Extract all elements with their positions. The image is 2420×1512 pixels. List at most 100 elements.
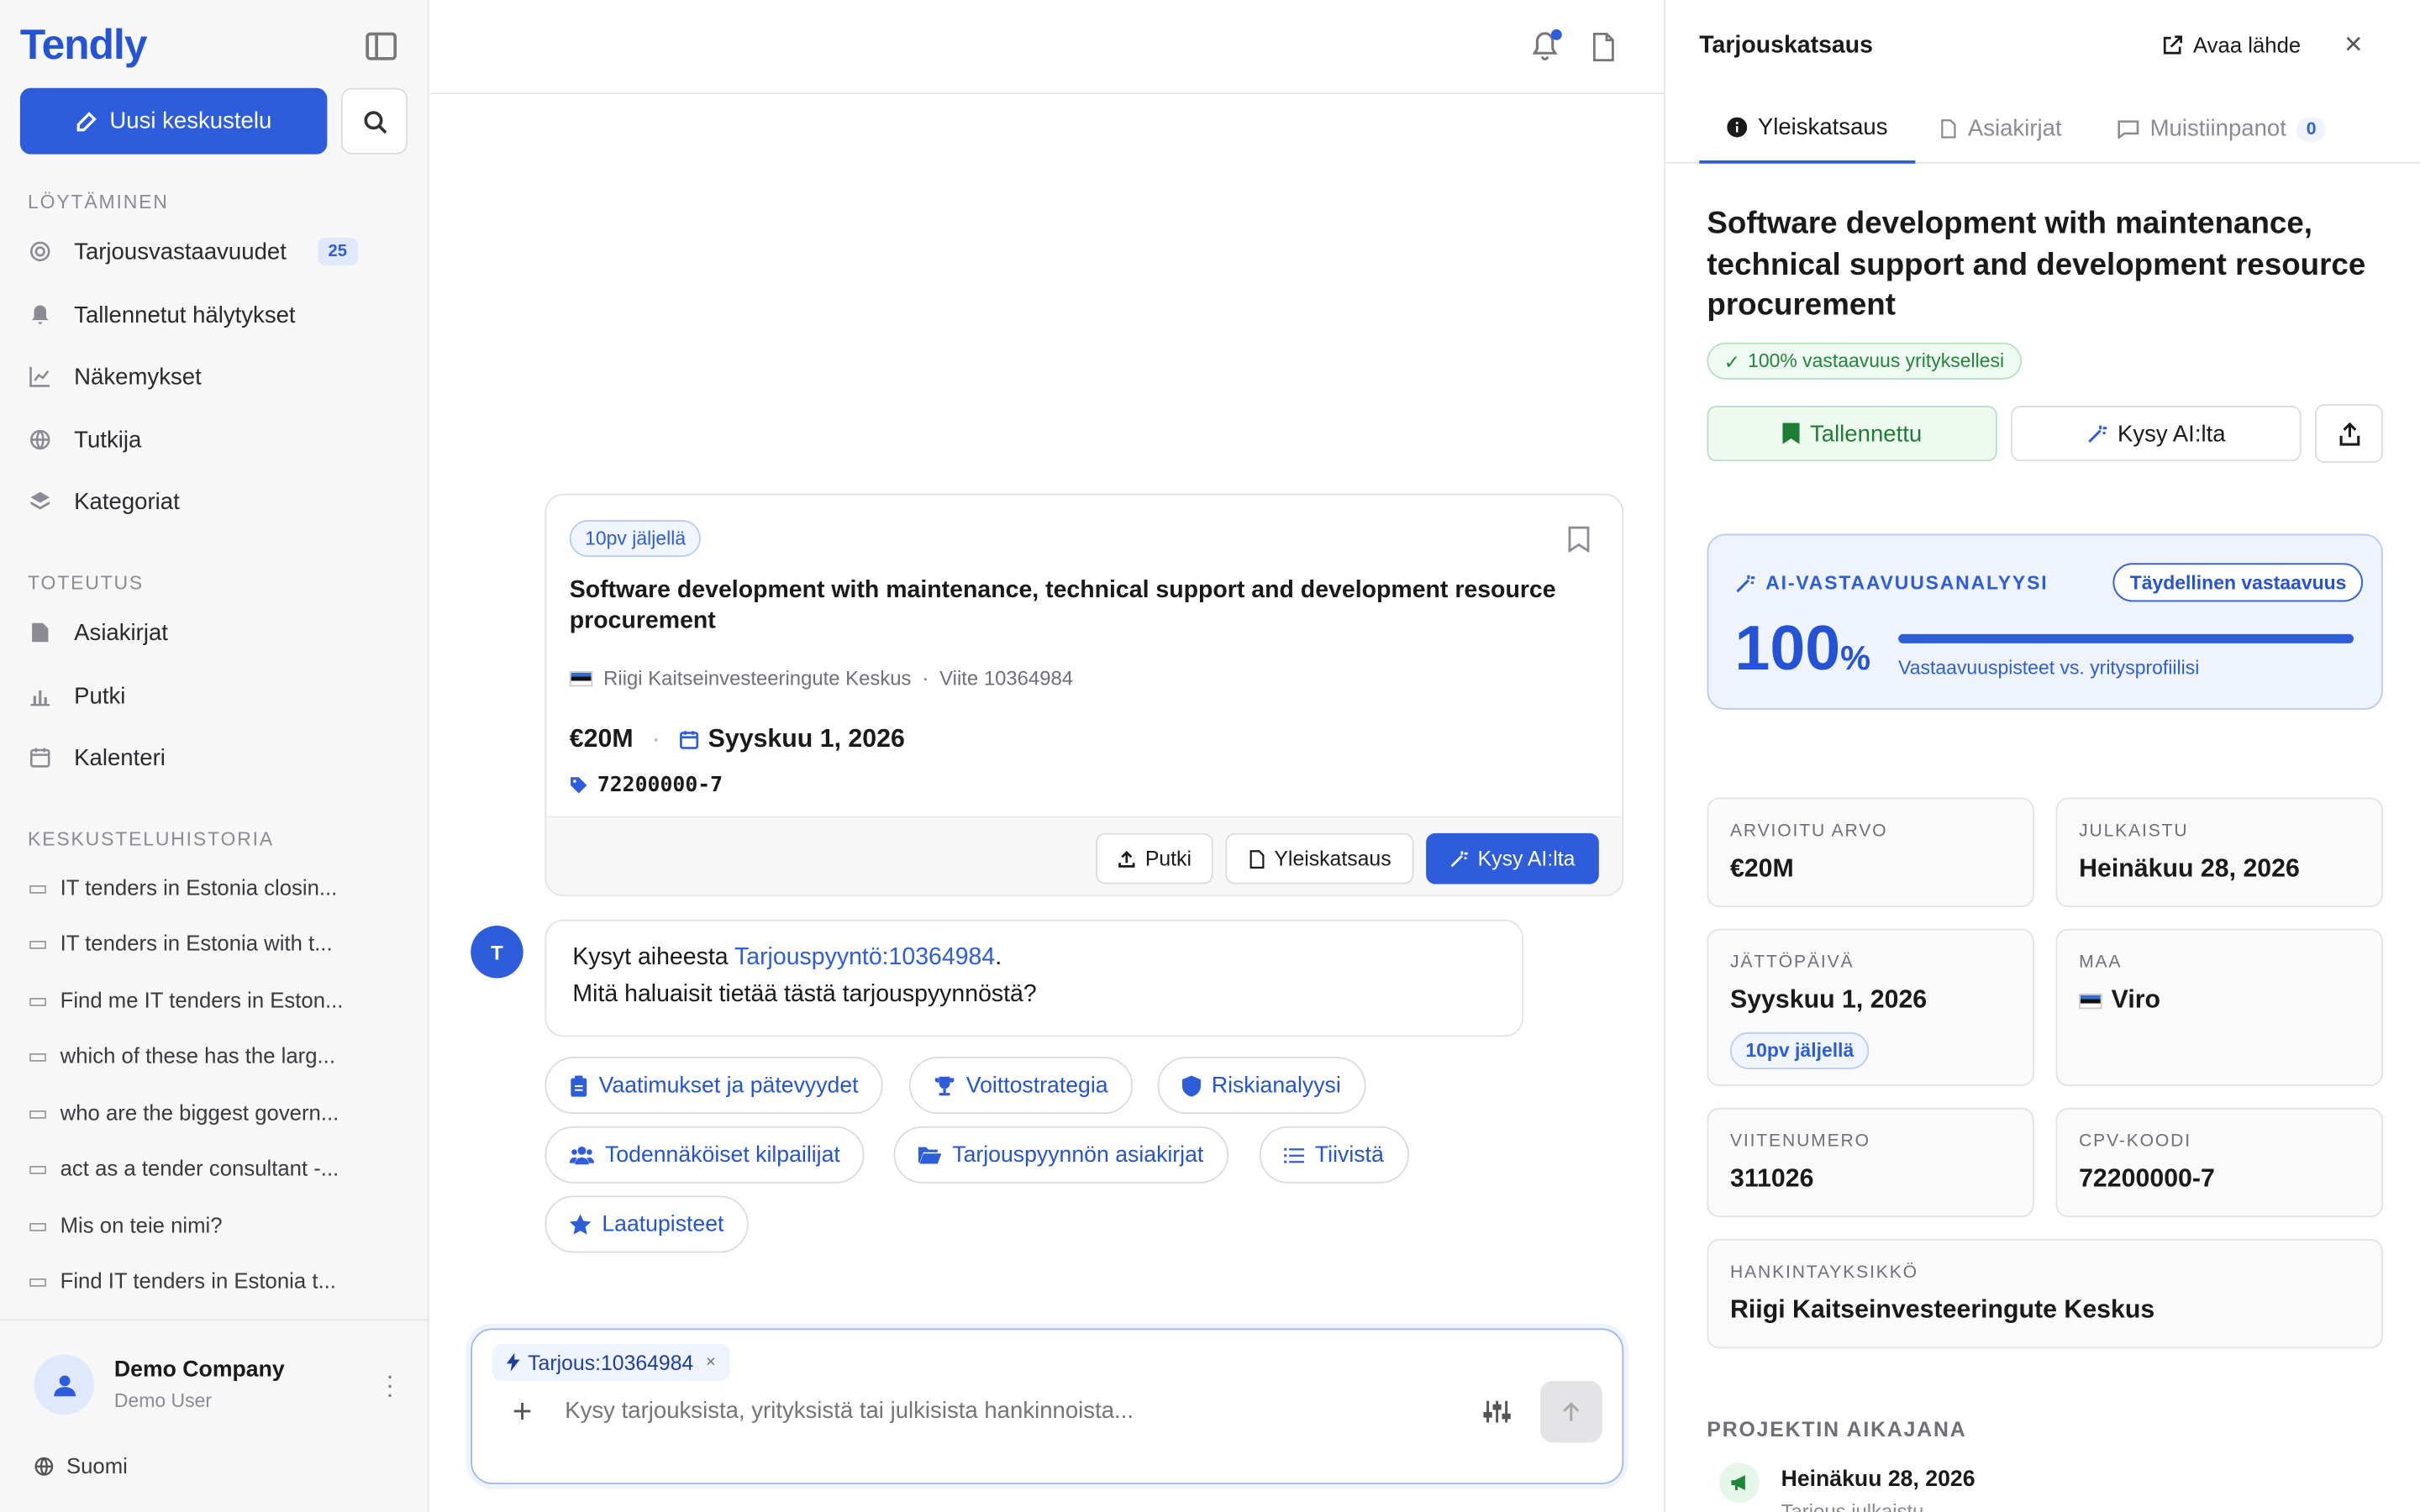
history-item[interactable]: ▭ IT tenders in Estonia closin... <box>28 867 337 907</box>
chip-competitors[interactable]: Todennäköiset kilpailijat <box>544 1126 865 1184</box>
chat-bubble-icon: ▭ <box>28 929 49 955</box>
overview-button-label: Yleiskatsaus <box>1274 847 1392 870</box>
overview-button[interactable]: Yleiskatsaus <box>1225 832 1414 885</box>
sidebar-item-documents[interactable]: Asiakirjat <box>28 610 168 656</box>
app-root: Tendly Uusi keskustelu Löytäminen Tarjou… <box>0 0 2420 1512</box>
chip-summarize[interactable]: Tiivistä <box>1259 1126 1409 1184</box>
stat-label: Viitenumero <box>1729 1132 1870 1152</box>
ai-score: 100% <box>1734 612 1870 685</box>
megaphone-icon <box>1719 1462 1760 1503</box>
user-icon <box>53 1374 76 1396</box>
sidebar-item-alerts[interactable]: Tallennetut hälytykset <box>28 291 296 338</box>
panel-tabs: Yleiskatsaus Asiakirjat Muistiinpanot 0 <box>1665 94 2420 164</box>
chip-tender-documents[interactable]: Tarjouspyynnön asiakirjat <box>893 1126 1228 1184</box>
saved-button[interactable]: Tallennettu <box>1707 406 1997 462</box>
sidebar-item-insights[interactable]: Näkemykset <box>28 354 202 400</box>
stat-label: CPV-koodi <box>2079 1132 2191 1152</box>
chat-bubble-icon: ▭ <box>28 1154 49 1180</box>
history-item[interactable]: ▭ IT tenders in Estonia with t... <box>28 922 333 963</box>
ask-ai-button[interactable]: Kysy AI:lta <box>1426 832 1599 885</box>
chat-bubble-icon: ▭ <box>28 986 49 1011</box>
stat-estimated-value: Arvioitu arvo €20M <box>1707 797 2034 907</box>
language-label: Suomi <box>66 1453 128 1478</box>
pipeline-button[interactable]: Putki <box>1096 832 1213 885</box>
open-source-button[interactable]: Avaa lähde <box>2162 33 2301 57</box>
bar-chart-icon <box>28 684 52 708</box>
language-selector[interactable]: Suomi <box>34 1453 128 1478</box>
history-item[interactable]: ▭ act as a tender consultant -... <box>28 1148 339 1189</box>
search-icon <box>363 110 387 134</box>
chip-win-strategy[interactable]: Voittostrategia <box>908 1057 1133 1115</box>
sidebar-collapse-icon[interactable] <box>366 32 397 60</box>
chip-label: Todennäköiset kilpailijat <box>604 1142 840 1168</box>
document-icon[interactable] <box>1591 33 1616 62</box>
sidebar-item-categories[interactable]: Kategoriat <box>28 478 180 524</box>
tender-heading: Software development with maintenance, t… <box>1707 207 2366 323</box>
tag-icon <box>571 777 587 794</box>
chip-label: Voittostrategia <box>965 1073 1108 1098</box>
sidebar-item-matches[interactable]: Tarjousvastaavuudet 25 <box>28 228 358 275</box>
history-item[interactable]: ▭ who are the biggest govern... <box>28 1092 339 1132</box>
tender-link[interactable]: Tarjouspyyntö:10364984 <box>734 944 995 970</box>
magic-wand-icon <box>1451 850 1469 867</box>
attach-plus-icon[interactable]: + <box>513 1392 533 1432</box>
more-options-icon[interactable]: · · · <box>386 1365 394 1408</box>
history-item-label: act as a tender consultant -... <box>60 1155 339 1181</box>
section-history-heading: Keskusteluhistoria <box>28 828 274 851</box>
remove-context-icon[interactable]: × <box>706 1353 716 1372</box>
stat-deadline: Jättöpäivä Syyskuu 1, 2026 10pv jäljellä <box>1707 928 2034 1087</box>
chat-bubble-icon: ▭ <box>28 1211 49 1237</box>
chat-input[interactable] <box>565 1398 1429 1425</box>
sidebar-item-label: Tarjousvastaavuudet <box>74 238 287 265</box>
history-item-label: IT tenders in Estonia with t... <box>60 930 333 955</box>
edit-icon <box>76 111 97 131</box>
message-question: Mitä haluaisit tietää tästä tarjouspyynn… <box>572 981 1037 1008</box>
stat-reference: Viitenumero 311026 <box>1707 1107 2034 1218</box>
saved-button-label: Tallennettu <box>1809 420 1923 447</box>
tab-notes[interactable]: Muistiinpanot 0 <box>2118 94 2326 164</box>
history-item[interactable]: ▭ Find IT tenders in Estonia t... <box>28 1261 336 1301</box>
settings-sliders-icon[interactable] <box>1483 1399 1511 1424</box>
history-item[interactable]: ▭ which of these has the larg... <box>28 1035 335 1075</box>
context-pill[interactable]: Tarjous:10364984 × <box>492 1343 730 1381</box>
avatar[interactable] <box>34 1354 95 1415</box>
tender-title[interactable]: Software development with maintenance, t… <box>570 575 1588 637</box>
search-button[interactable] <box>340 87 408 155</box>
close-icon[interactable]: × <box>2344 28 2362 63</box>
perfect-match-badge: Täydellinen vastaavuus <box>2112 563 2364 602</box>
sidebar-item-researcher[interactable]: Tutkija <box>28 417 141 463</box>
sidebar-item-pipeline[interactable]: Putki <box>28 673 125 719</box>
stat-contracting-authority: Hankintayksikkö Riigi Kaitseinvesteering… <box>1707 1238 2383 1349</box>
sidebar-item-calendar[interactable]: Kalenteri <box>28 734 166 780</box>
tab-documents[interactable]: Asiakirjat <box>1940 94 2062 164</box>
chip-label: Tarjouspyynnön asiakirjat <box>952 1142 1204 1168</box>
stat-label: Maa <box>2079 953 2123 973</box>
list-icon <box>1284 1147 1305 1163</box>
tab-overview[interactable]: Yleiskatsaus <box>1699 94 1916 164</box>
bookmark-icon[interactable] <box>1568 526 1590 553</box>
stat-label: Jättöpäivä <box>1729 953 1854 973</box>
sidebar-footer: Demo Company Demo User · · · Suomi <box>0 1319 429 1512</box>
chat-bubble-icon: ▭ <box>28 1042 49 1068</box>
upload-icon <box>1118 849 1135 867</box>
sidebar: Tendly Uusi keskustelu Löytäminen Tarjou… <box>0 0 429 1512</box>
history-item[interactable]: ▭ Find me IT tenders in Eston... <box>28 979 343 1020</box>
chip-quality-score[interactable]: Laatupisteet <box>544 1195 749 1253</box>
chat-bubble-icon: ▭ <box>28 874 49 899</box>
timeline-event: Tarjous julkaistu <box>1781 1499 1924 1512</box>
chip-risk-analysis[interactable]: Riskianalyysi <box>1157 1057 1366 1115</box>
chip-requirements[interactable]: Vaatimukset ja pätevyydet <box>544 1057 883 1115</box>
days-left-badge: 10pv jäljellä <box>569 519 702 558</box>
separator-dot: · <box>651 725 660 753</box>
history-item-label: Find me IT tenders in Eston... <box>60 987 344 1012</box>
chat-composer: Tarjous:10364984 × + <box>471 1328 1624 1484</box>
stat-published: Julkaistu Heinäkuu 28, 2026 <box>2055 797 2383 907</box>
new-chat-button[interactable]: Uusi keskustelu <box>19 87 328 155</box>
share-button[interactable] <box>2315 404 2383 464</box>
panel-ask-ai-button[interactable]: Kysy AI:lta <box>2011 406 2302 462</box>
history-item[interactable]: ▭ Mis on teie nimi? <box>28 1205 223 1245</box>
send-button[interactable] <box>1540 1380 1602 1443</box>
cpv-code: 72200000-7 <box>597 773 723 798</box>
magic-wand-icon <box>2088 424 2107 443</box>
match-badge: ✓ 100% vastaavuus yrityksellesi <box>1707 342 2022 380</box>
